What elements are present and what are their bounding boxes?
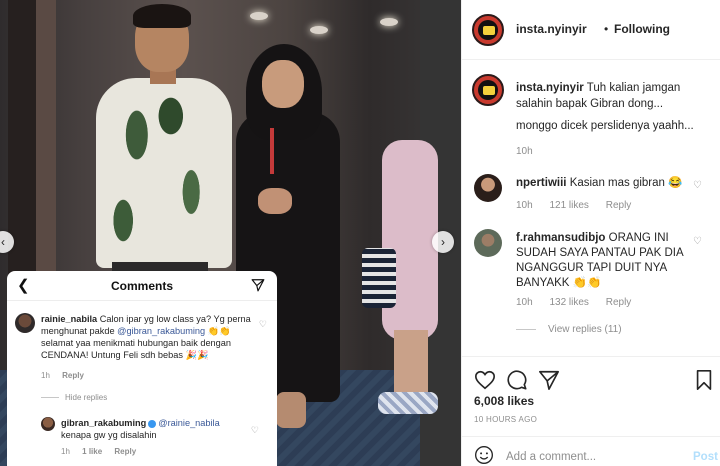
photo-door-frame bbox=[8, 0, 38, 300]
embedded-reply-mention: @rainie_nabila bbox=[158, 418, 220, 428]
back-arrow-icon: ❮ bbox=[17, 277, 30, 294]
embedded-reply-user: gibran_rakabuming bbox=[61, 418, 147, 428]
photo-woman-hands bbox=[258, 188, 292, 214]
comment-meta: 10h 132 likes Reply bbox=[516, 297, 645, 308]
embedded-reply-time: 1h bbox=[61, 447, 70, 456]
photo-man-shirt bbox=[96, 78, 232, 268]
photo-door-panel bbox=[36, 0, 56, 300]
comment-reply-button[interactable]: Reply bbox=[606, 297, 632, 308]
photo-girl-legs bbox=[394, 330, 428, 400]
photo-ceiling-light bbox=[310, 26, 328, 34]
embedded-comments-screenshot: ❮ Comments rainie_nabila Calon ipar yg l… bbox=[7, 271, 277, 466]
embedded-comment-time: 1h bbox=[41, 371, 50, 380]
avatar[interactable] bbox=[472, 14, 504, 46]
embedded-hide-replies: Hide replies bbox=[41, 393, 107, 402]
comment-username[interactable]: npertiwiii bbox=[516, 177, 566, 189]
post-header: insta.nyinyir • Following bbox=[462, 0, 720, 60]
embedded-reply-meta: 1h 1 like Reply bbox=[61, 447, 136, 456]
comment-likes[interactable]: 132 likes bbox=[549, 297, 588, 308]
photo-girl-shoes bbox=[378, 392, 438, 414]
next-slide-icon[interactable]: › bbox=[432, 231, 454, 253]
add-comment-bar: Add a comment... Post bbox=[462, 436, 720, 466]
send-icon bbox=[251, 278, 265, 297]
avatar bbox=[15, 313, 35, 333]
photo-lanyard bbox=[270, 128, 274, 174]
heart-icon: ♡ bbox=[258, 319, 267, 329]
caption-time: 10h bbox=[516, 146, 533, 157]
comment-reply-button[interactable]: Reply bbox=[606, 200, 632, 211]
comment-likes[interactable]: 121 likes bbox=[549, 200, 588, 211]
separator-dot: • bbox=[604, 22, 609, 36]
heart-icon[interactable] bbox=[474, 369, 496, 391]
photo-man-hair bbox=[133, 4, 191, 28]
comment-time: 10h bbox=[516, 200, 533, 211]
post-comment-button[interactable]: Post bbox=[693, 451, 718, 463]
embedded-hide-replies-label: Hide replies bbox=[65, 393, 108, 402]
comment-frahmansudibjo: f.rahmansudibjo ORANG INI SUDAH SAYA PAN… bbox=[516, 231, 696, 291]
heart-icon[interactable]: ♡ bbox=[693, 236, 702, 247]
view-replies-button[interactable]: View replies (11) bbox=[516, 324, 622, 335]
comment-time: 10h bbox=[516, 297, 533, 308]
comment-icon[interactable] bbox=[506, 369, 528, 391]
view-replies-label[interactable]: View replies (11) bbox=[548, 324, 622, 335]
heart-icon[interactable]: ♡ bbox=[693, 180, 702, 191]
photo-girl-body bbox=[382, 140, 438, 340]
post-photo[interactable]: ‹ › ❮ Comments rainie_nabila Calon ipar … bbox=[0, 0, 461, 466]
photo-ceiling-light bbox=[250, 12, 268, 20]
avatar[interactable] bbox=[474, 174, 502, 202]
divider-line bbox=[41, 397, 59, 399]
caption-username[interactable]: insta.nyinyir bbox=[516, 82, 584, 94]
comment-body: Kasian mas gibran 😂 bbox=[569, 177, 683, 189]
photo-woman-face bbox=[262, 60, 304, 108]
embedded-comment-user: rainie_nabila bbox=[41, 314, 98, 324]
embedded-comment-gibran: gibran_rakabuming @rainie_nabila kenapa g… bbox=[41, 417, 271, 465]
photo-striped-bag bbox=[362, 248, 396, 308]
avatar bbox=[41, 417, 55, 431]
embedded-reply-reply: Reply bbox=[114, 447, 137, 456]
embedded-reply-text: gibran_rakabuming @rainie_nabila kenapa g… bbox=[61, 417, 251, 441]
heart-icon: ♡ bbox=[250, 425, 259, 435]
bookmark-icon[interactable] bbox=[694, 369, 716, 391]
avatar[interactable] bbox=[474, 229, 502, 257]
photo-ceiling-light bbox=[380, 18, 398, 26]
embedded-comment-rainie: rainie_nabila Calon ipar yg low class ya… bbox=[15, 313, 273, 383]
divider-line bbox=[516, 328, 536, 330]
embedded-reply-likes: 1 like bbox=[82, 447, 103, 456]
avatar[interactable] bbox=[472, 74, 504, 106]
avatar-image bbox=[478, 20, 498, 40]
comment-npertiwiii: npertiwiii Kasian mas gibran 😂 bbox=[516, 176, 696, 191]
embedded-comments-header: ❮ Comments bbox=[7, 271, 277, 301]
comment-username[interactable]: f.rahmansudibjo bbox=[516, 232, 605, 244]
comment-meta: 10h 121 likes Reply bbox=[516, 200, 645, 211]
embedded-comment-reply: Reply bbox=[62, 371, 84, 380]
embedded-comment-mention: @gibran_rakabuming bbox=[117, 326, 206, 336]
header-username[interactable]: insta.nyinyir bbox=[516, 22, 587, 36]
embedded-comment-meta: 1h Reply bbox=[41, 371, 84, 380]
embedded-comments-title: Comments bbox=[110, 278, 173, 293]
caption-body-line2: monggo dicek perslidenya yaahh... bbox=[516, 120, 694, 132]
photo-woman-feet bbox=[276, 392, 306, 428]
embedded-reply-body: kenapa gw yg disalahin bbox=[61, 430, 157, 440]
emoji-icon[interactable] bbox=[474, 445, 494, 465]
verified-badge-icon bbox=[148, 419, 157, 428]
avatar-image bbox=[478, 80, 498, 100]
add-comment-input[interactable]: Add a comment... bbox=[506, 451, 596, 463]
post-actions-bar bbox=[462, 356, 720, 396]
posted-time: 10 HOURS AGO bbox=[474, 415, 538, 424]
caption-text: insta.nyinyir Tuh kalian jamgan salahin … bbox=[516, 80, 706, 112]
post-sidebar: insta.nyinyir • Following insta.nyinyir … bbox=[461, 0, 720, 466]
embedded-comment-text: rainie_nabila Calon ipar yg low class ya… bbox=[41, 313, 257, 361]
following-button[interactable]: Following bbox=[614, 22, 670, 36]
share-icon[interactable] bbox=[538, 369, 560, 391]
likes-count[interactable]: 6,008 likes bbox=[474, 394, 534, 408]
